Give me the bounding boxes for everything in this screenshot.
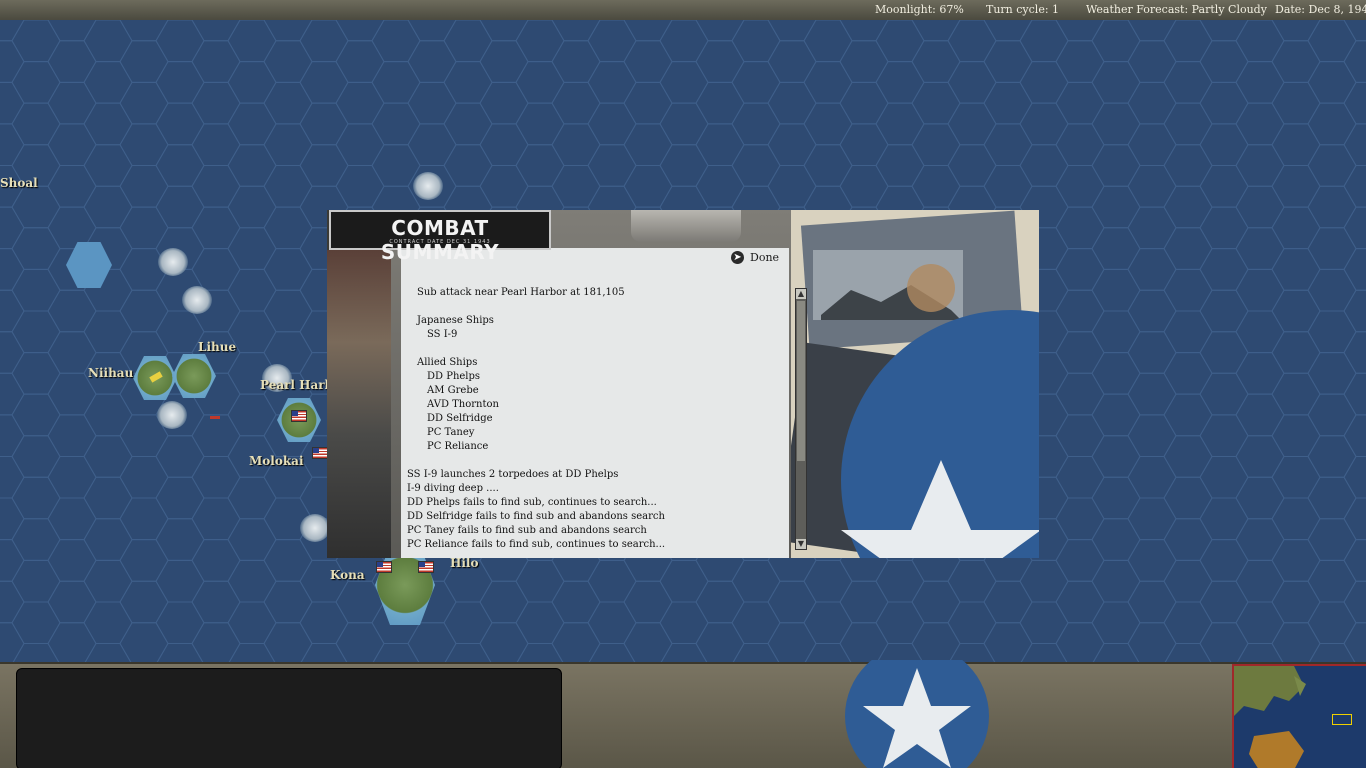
log-line: I-9 diving deep ....: [407, 483, 499, 494]
scroll-up-icon[interactable]: ▲: [796, 289, 806, 299]
combat-summary-title: COMBAT SUMMARY CONTRACT DATE DEC 31 1943: [329, 210, 551, 264]
log-line: AM Grebe: [427, 385, 479, 396]
cloud-icon: [182, 286, 212, 314]
map-label-molokai: Molokai: [249, 454, 304, 468]
log-line: Japanese Ships: [417, 315, 494, 326]
map-label-lihue: Lihue: [198, 340, 237, 354]
bottom-bar: [0, 660, 1366, 768]
scroll-down-icon[interactable]: ▼: [796, 539, 806, 549]
unit-info-panel: [16, 668, 562, 768]
us-flag-icon[interactable]: [418, 561, 434, 573]
scroll-thumb[interactable]: [797, 301, 805, 461]
combat-summary-dialog: COMBAT SUMMARY CONTRACT DATE DEC 31 1943…: [327, 210, 1039, 558]
log-line: DD Phelps fails to find sub, continues t…: [407, 497, 657, 508]
log-line: PC Reliance fails to find sub, continues…: [407, 539, 666, 550]
log-line: DD Selfridge fails to find sub and aband…: [407, 511, 665, 522]
map-label-niihau: Niihau: [88, 366, 134, 380]
log-line: PC Reliance: [427, 441, 489, 452]
minimap[interactable]: [1232, 664, 1366, 768]
log-line: DD Phelps: [427, 371, 481, 382]
us-flag-icon[interactable]: [291, 410, 307, 422]
log-line: SS I-9 launches 2 torpedoes at DD Phelps: [407, 469, 619, 480]
combat-log[interactable]: Sub attack near Pearl Harbor at 181,105 …: [407, 286, 787, 554]
turn-cycle-status: Turn cycle: 1: [986, 3, 1060, 16]
log-line: Sub attack near Pearl Harbor at 181,105: [417, 287, 625, 298]
done-button-label: Done: [750, 250, 780, 264]
ship-crew-photo: [327, 250, 397, 558]
ship-unit-icon[interactable]: [210, 416, 220, 419]
dialog-subtitle: CONTRACT DATE DEC 31 1943: [389, 239, 491, 245]
cloud-icon: [300, 514, 330, 542]
log-line: Allied Ships: [417, 357, 478, 368]
map-label-kona: Kona: [330, 568, 365, 582]
log-line: PC Taney fails to find sub and abandons …: [407, 525, 647, 536]
log-line: PC Taney: [427, 427, 475, 438]
weather-status: Weather Forecast: Partly Cloudy: [1086, 3, 1267, 16]
collage-art: [791, 210, 1039, 558]
log-line: DD Selfridge: [427, 413, 493, 424]
map-label-shoal: Shoal: [0, 176, 38, 190]
map-label-pearl-harbor: Pearl Harb: [260, 378, 333, 392]
arrow-right-icon: ➤: [731, 250, 744, 264]
allied-star-emblem[interactable]: [845, 660, 990, 768]
status-bar: Moonlight: 67% Turn cycle: 1 Weather For…: [0, 0, 1366, 21]
date-status: Date: Dec 8, 1941: [1275, 3, 1366, 16]
battleship-collage: [791, 210, 1039, 558]
log-scrollbar[interactable]: ▲ ▼: [795, 288, 807, 550]
minimap-viewport[interactable]: [1332, 714, 1352, 725]
cloud-icon: [413, 172, 443, 200]
cloud-icon: [157, 401, 187, 429]
us-flag-icon[interactable]: [376, 561, 392, 573]
log-line: AVD Thornton: [427, 399, 499, 410]
cloud-icon: [158, 248, 188, 276]
map-label-hilo: Hilo: [450, 556, 479, 570]
log-line: SS I-9: [427, 329, 458, 340]
us-flag-icon[interactable]: [312, 447, 328, 459]
moonlight-status: Moonlight: 67%: [875, 3, 964, 16]
clipboard-clip: [631, 210, 741, 242]
done-button[interactable]: ➤ Done: [731, 248, 779, 266]
